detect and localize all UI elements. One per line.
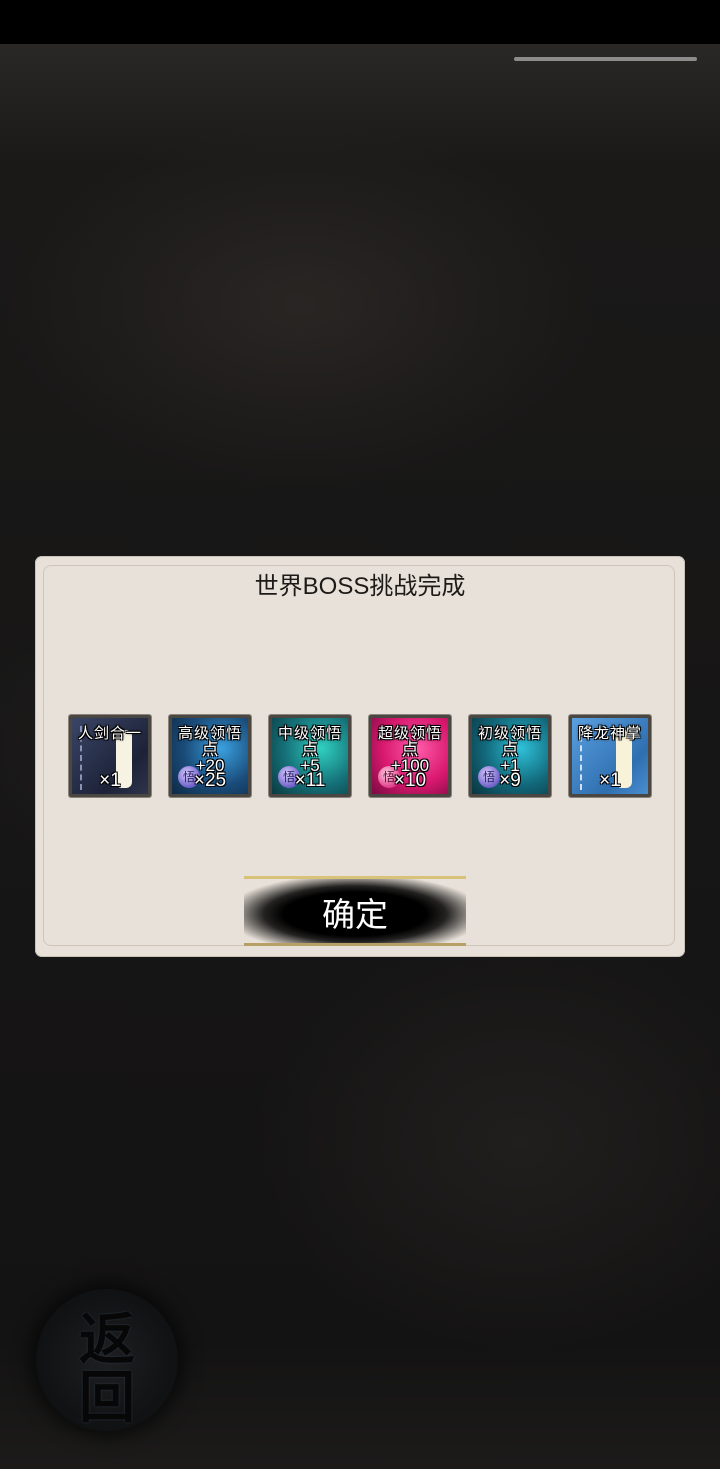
reward-count: ×9 bbox=[499, 770, 521, 791]
status-bar bbox=[0, 0, 720, 44]
back-button-label-bottom: 回 bbox=[79, 1365, 135, 1431]
reward-item[interactable]: 人剑合一 ×1 bbox=[69, 715, 151, 797]
reward-item[interactable]: 悟 高级领悟 点 +20 ×25 bbox=[169, 715, 251, 797]
reward-item[interactable]: 悟 超级领悟 点 +100 ×10 bbox=[369, 715, 451, 797]
reward-count: ×10 bbox=[393, 770, 427, 791]
dialog-title: 世界BOSS挑战完成 bbox=[254, 573, 466, 600]
reward-item[interactable]: 悟 中级领悟 点 +5 ×11 bbox=[269, 715, 351, 797]
reward-item[interactable]: 悟 初级领悟 点 +1 ×9 bbox=[469, 715, 551, 797]
reward-name: 人剑合一 bbox=[77, 724, 142, 742]
confirm-button-label: 确定 bbox=[322, 895, 388, 934]
reward-count: ×25 bbox=[193, 770, 227, 791]
reward-count: ×1 bbox=[599, 770, 621, 791]
confirm-button[interactable]: 确定 bbox=[244, 876, 466, 946]
reward-count: ×11 bbox=[294, 770, 326, 791]
reward-item[interactable]: 降龙神掌 ×1 bbox=[569, 715, 651, 797]
back-button[interactable]: 返 回 bbox=[36, 1289, 178, 1431]
reward-name: 降龙神掌 bbox=[577, 724, 642, 742]
top-handle-bar bbox=[514, 57, 697, 61]
reward-count: ×1 bbox=[99, 770, 121, 791]
